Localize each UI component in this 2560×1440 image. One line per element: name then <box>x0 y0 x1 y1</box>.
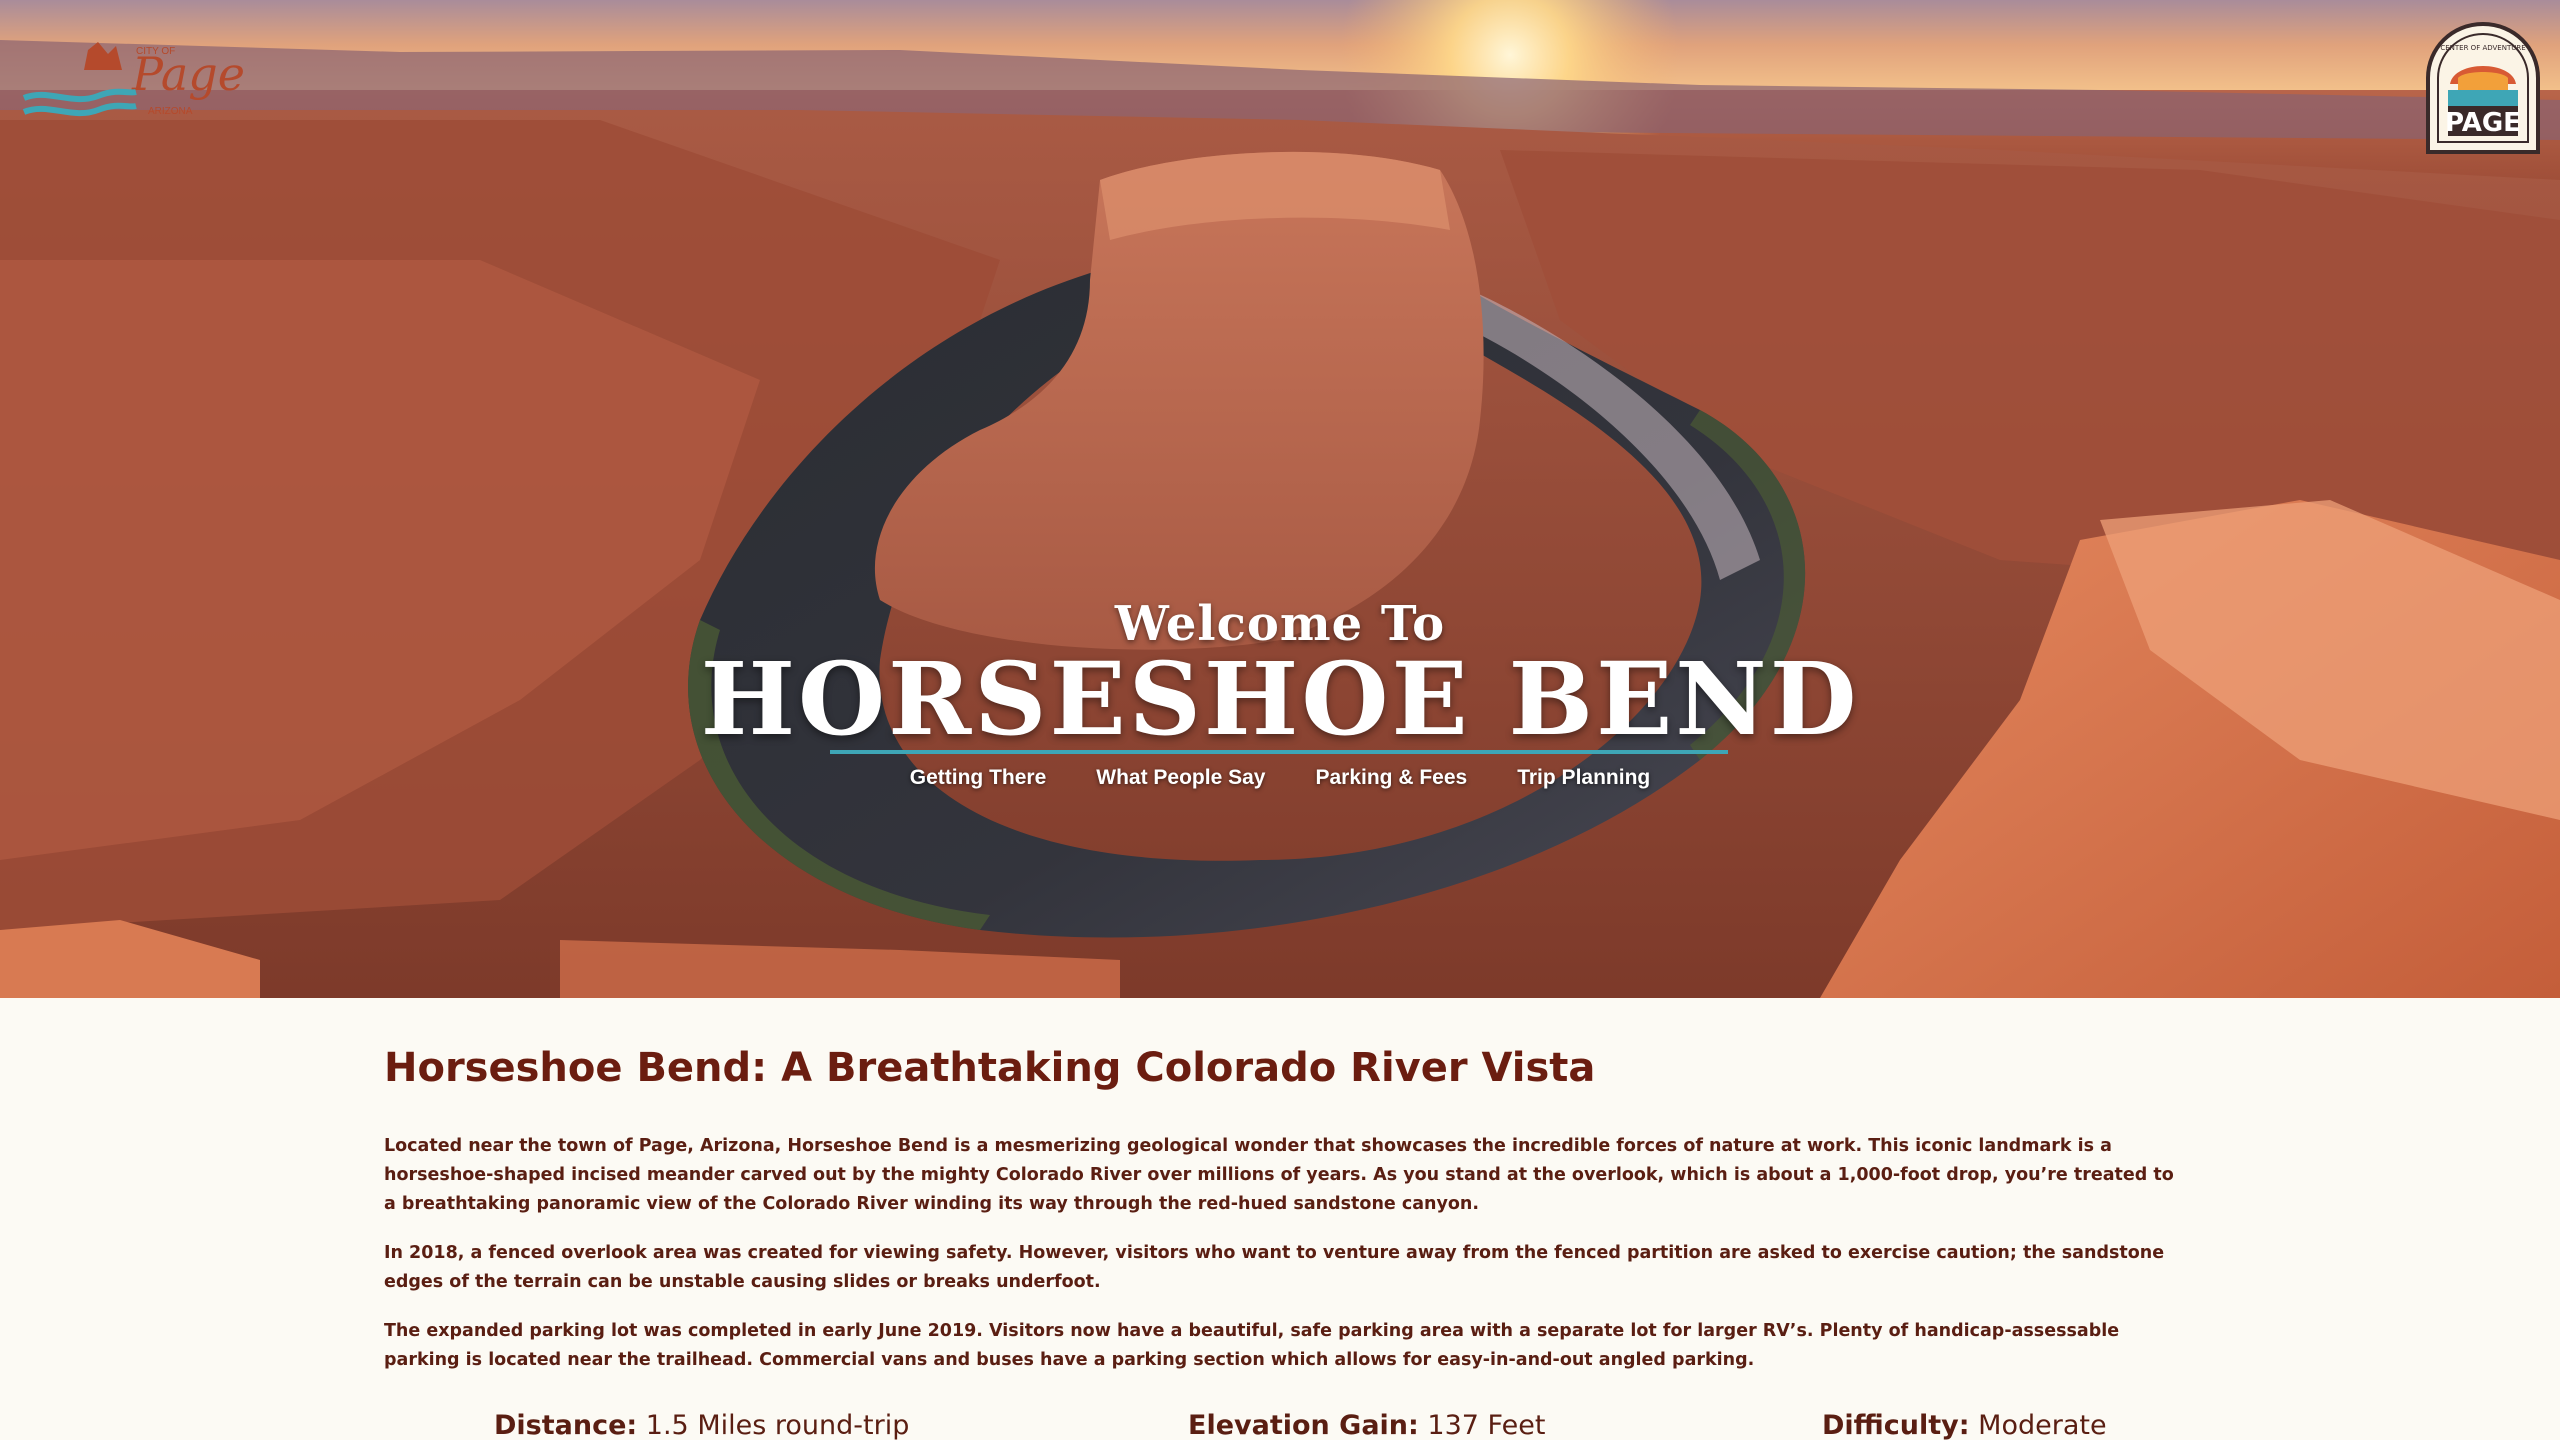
badge-arc-text: CENTER OF ADVENTURE <box>2440 44 2525 52</box>
parking-paragraph: The expanded parking lot was completed i… <box>384 1321 2120 1370</box>
page-center-of-adventure-badge[interactable]: PAGE CENTER OF ADVENTURE <box>2424 20 2542 156</box>
stat-difficulty-value: Moderate <box>1978 1410 2107 1440</box>
nav-getting-there[interactable]: Getting There <box>910 760 1047 796</box>
stat-elevation-value: 137 Feet <box>1427 1410 1546 1440</box>
stat-distance: Distance: 1.5 Miles round-trip <box>494 1410 909 1440</box>
logo-small-top-text: CITY OF <box>136 46 175 57</box>
intro-paragraph: Located near the town of Page, Arizona, … <box>384 1136 2174 1214</box>
stat-distance-value: 1.5 Miles round-trip <box>645 1410 910 1440</box>
stat-elevation-gain: Elevation Gain: 137 Feet <box>1188 1410 1545 1440</box>
trail-stats: Distance: 1.5 Miles round-trip Elevation… <box>0 1410 2560 1440</box>
hero-title-underline <box>830 750 1728 754</box>
stat-elevation-label: Elevation Gain: <box>1188 1410 1419 1440</box>
hero-title-block: Welcome To HORSESHOE BEND <box>0 596 2560 754</box>
nav-what-people-say[interactable]: What People Say <box>1096 760 1265 796</box>
nav-parking-fees[interactable]: Parking & Fees <box>1315 760 1467 796</box>
page-heading: Horseshoe Bend: A Breathtaking Colorado … <box>384 1045 1596 1091</box>
hero-banner: Page CITY OF ARIZONA PAGE CENTER OF ADVE… <box>0 0 2560 998</box>
main-content: Horseshoe Bend: A Breathtaking Colorado … <box>384 1040 2176 1395</box>
stat-distance-label: Distance: <box>494 1410 638 1440</box>
safety-paragraph: In 2018, a fenced overlook area was crea… <box>384 1243 2165 1292</box>
badge-word: PAGE <box>2445 108 2521 138</box>
hero-navigation: Getting There What People Say Parking & … <box>0 760 2560 796</box>
city-of-page-logo[interactable]: Page CITY OF ARIZONA <box>18 40 258 140</box>
stat-difficulty-label: Difficulty: <box>1822 1410 1970 1440</box>
hero-title: HORSESHOE BEND <box>700 640 1860 758</box>
horseshoe-bend-photo <box>0 0 2560 998</box>
logo-small-bottom-text: ARIZONA <box>148 106 193 117</box>
nav-trip-planning[interactable]: Trip Planning <box>1517 760 1650 796</box>
stat-difficulty: Difficulty: Moderate <box>1822 1410 2107 1440</box>
